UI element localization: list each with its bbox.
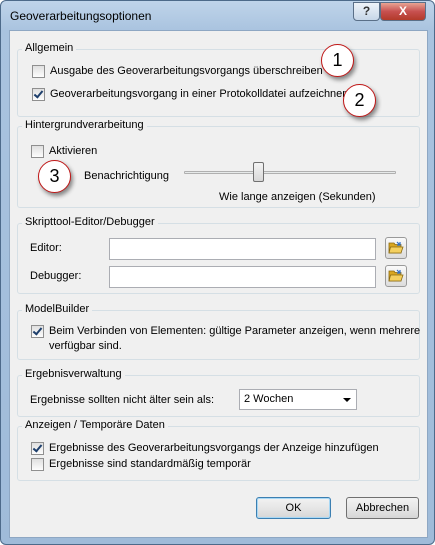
close-button[interactable]: X (380, 2, 426, 21)
overwrite-output-label: Ausgabe des Geoverarbeitungsvorgangs übe… (50, 65, 323, 77)
result-age-select[interactable]: 2 Wochen (239, 389, 357, 410)
debugger-label: Debugger: (30, 270, 82, 282)
group-script-tool-legend: Skripttool-Editor/Debugger (22, 216, 158, 228)
editor-label: Editor: (30, 242, 62, 254)
enable-background-label: Aktivieren (49, 145, 98, 157)
group-results-legend: Ergebnisverwaltung (22, 368, 125, 380)
editor-path-input[interactable] (109, 238, 376, 260)
checkmark-icon (32, 325, 43, 336)
editor-browse-button[interactable] (385, 237, 407, 259)
notification-label: Benachrichtigung (84, 170, 170, 182)
overwrite-output-checkbox[interactable] (32, 65, 45, 78)
group-background: Hintergrundverarbeitung Aktivieren Benac… (17, 119, 420, 208)
debugger-path-input[interactable] (109, 266, 376, 288)
folder-open-icon (388, 241, 404, 254)
ok-button[interactable]: OK (256, 497, 331, 519)
callout-2: 2 (343, 84, 376, 117)
group-display-legend: Anzeigen / Temporäre Daten (22, 419, 168, 431)
group-general-legend: Allgemein (22, 42, 77, 54)
dialog-window: Geoverarbeitungsoptionen ? X Allgemein A… (0, 0, 435, 545)
group-modelbuilder: ModelBuilder Beim Verbinden von Elemente… (17, 303, 421, 360)
window-title: Geoverarbeitungsoptionen (10, 9, 152, 23)
slider-caption: Wie lange anzeigen (Sekunden) (219, 191, 376, 203)
chevron-down-icon (343, 398, 351, 402)
group-background-legend: Hintergrundverarbeitung (22, 119, 147, 131)
enable-background-checkbox[interactable] (31, 145, 44, 158)
debugger-browse-button[interactable] (385, 265, 407, 287)
show-valid-params-label-line2: verfügbar sind. (49, 340, 122, 352)
title-bar: Geoverarbeitungsoptionen ? X (1, 1, 434, 29)
folder-open-icon (388, 269, 404, 282)
callout-1: 1 (321, 44, 354, 77)
help-button[interactable]: ? (353, 2, 380, 21)
temporary-results-checkbox[interactable] (31, 458, 44, 471)
checkmark-icon (32, 442, 43, 453)
group-results: Ergebnisverwaltung Ergebnisse sollten ni… (17, 368, 420, 417)
group-display: Anzeigen / Temporäre Daten Ergebnisse de… (17, 419, 420, 481)
result-age-label: Ergebnisse sollten nicht älter sein als: (30, 394, 215, 406)
slider-thumb[interactable] (252, 162, 264, 182)
checkmark-icon (33, 88, 44, 99)
group-modelbuilder-legend: ModelBuilder (22, 303, 93, 315)
show-valid-params-checkbox[interactable] (31, 325, 44, 338)
notification-duration-slider[interactable] (184, 171, 396, 174)
log-to-file-label: Geoverarbeitungsvorgang in einer Protoko… (50, 88, 349, 100)
log-to-file-checkbox[interactable] (32, 88, 45, 101)
add-to-display-label: Ergebnisse des Geoverarbeitungsvorgangs … (49, 442, 379, 454)
group-script-tool: Skripttool-Editor/Debugger Editor: Debug… (17, 216, 420, 294)
add-to-display-checkbox[interactable] (31, 442, 44, 455)
result-age-value: 2 Wochen (244, 393, 294, 405)
cancel-button[interactable]: Abbrechen (346, 497, 419, 519)
callout-3: 3 (38, 160, 71, 193)
show-valid-params-label-line1: Beim Verbinden von Elementen: gültige Pa… (49, 325, 421, 337)
temporary-results-label: Ergebnisse sind standardmäßig temporär (49, 458, 251, 470)
